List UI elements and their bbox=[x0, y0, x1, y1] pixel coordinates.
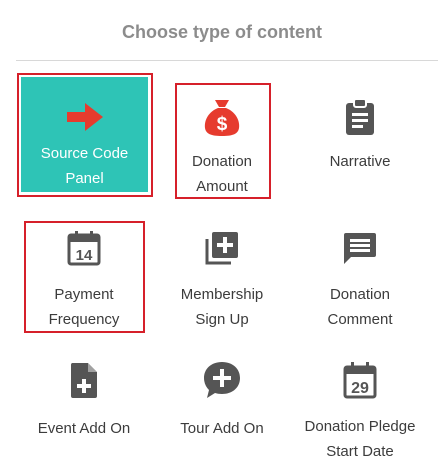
page-title: Choose type of content bbox=[121, 22, 322, 42]
money-bag-icon: $ bbox=[200, 95, 244, 139]
tile-label-line1: Membership bbox=[180, 286, 264, 303]
tile-membership-sign-up[interactable]: Membership Sign Up bbox=[162, 222, 282, 332]
svg-text:$: $ bbox=[217, 114, 228, 135]
tile-donation-amount[interactable]: $ Donation Amount bbox=[162, 90, 282, 200]
tile-donation-comment[interactable]: Donation Comment bbox=[300, 222, 420, 332]
clipboard-icon bbox=[338, 95, 382, 139]
comment-icon bbox=[338, 226, 382, 270]
tile-label-line1: Donation Pledge bbox=[304, 418, 416, 435]
tile-payment-frequency[interactable]: 14 Payment Frequency bbox=[24, 222, 144, 332]
tile-label-line1: Payment bbox=[54, 286, 114, 303]
tile-label-line2: Sign Up bbox=[195, 311, 249, 328]
calendar-29-icon: 29 bbox=[338, 358, 382, 402]
tile-label-line2: Start Date bbox=[326, 443, 394, 460]
calendar-number: 14 bbox=[76, 247, 93, 264]
calendar-number: 29 bbox=[351, 380, 369, 397]
add-to-stack-icon bbox=[200, 226, 244, 270]
tile-narrative[interactable]: Narrative bbox=[300, 90, 420, 200]
calendar-14-icon: 14 bbox=[62, 226, 106, 270]
tile-label-line1: Donation bbox=[191, 153, 253, 170]
arrow-right-icon bbox=[63, 95, 107, 139]
chat-add-icon bbox=[200, 358, 244, 402]
file-add-icon bbox=[62, 358, 106, 402]
tile-label-line2: Frequency bbox=[48, 311, 120, 328]
tile-label-line2: Panel bbox=[65, 170, 104, 187]
tile-label-line1: Donation bbox=[329, 286, 391, 303]
tile-label-line2: Amount bbox=[196, 178, 248, 195]
tile-label-line1: Narrative bbox=[329, 153, 391, 170]
tile-label-line1: Source Code bbox=[40, 145, 129, 162]
tile-label-line1: Event Add On bbox=[37, 420, 131, 437]
tile-source-code-panel[interactable]: Source Code Panel bbox=[21, 77, 148, 192]
tile-tour-add-on[interactable]: Tour Add On bbox=[162, 355, 282, 465]
tile-label-line2: Comment bbox=[327, 311, 393, 328]
divider bbox=[16, 60, 438, 61]
tile-event-add-on[interactable]: Event Add On bbox=[24, 355, 144, 465]
tile-donation-pledge-start-date[interactable]: 29 Donation Pledge Start Date bbox=[300, 355, 420, 465]
tile-label-line1: Tour Add On bbox=[180, 420, 264, 437]
